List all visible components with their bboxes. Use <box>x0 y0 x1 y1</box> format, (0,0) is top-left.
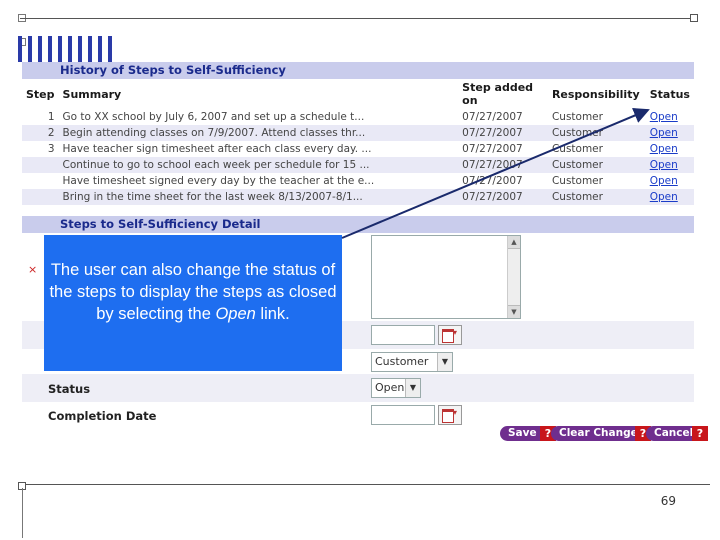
callout-text-end: link. <box>255 305 290 323</box>
cell-date: 07/27/2007 <box>458 125 548 141</box>
col-header-summary: Summary <box>62 87 122 101</box>
chevron-down-icon[interactable]: ▼ <box>437 353 452 371</box>
history-table: Step Summary Step added on Responsibilit… <box>22 79 694 205</box>
callout-text-italic: Open <box>215 305 256 323</box>
table-row: 1 Go to XX school by July 6, 2007 and se… <box>22 109 694 125</box>
slide-vertical-rule <box>22 488 23 538</box>
cell-summary: Begin attending classes on 7/9/2007. Att… <box>58 125 459 141</box>
slide-bottom-rule <box>20 484 710 485</box>
cell-date: 07/27/2007 <box>458 157 548 173</box>
cell-step: 3 <box>47 143 55 155</box>
cell-responsibility: Customer <box>551 143 603 155</box>
scroll-down-icon[interactable]: ▼ <box>508 305 520 318</box>
date-added-input[interactable] <box>371 325 435 345</box>
close-icon[interactable]: × <box>28 263 37 276</box>
col-header-date: Step added on <box>462 81 534 107</box>
cancel-label: Cancel <box>654 427 694 439</box>
col-header-status: Status <box>649 87 690 101</box>
history-header-row: Step Summary Step added on Responsibilit… <box>22 79 694 109</box>
chevron-down-icon[interactable]: ▼ <box>405 379 420 397</box>
clear-changes-button[interactable]: Clear Changes ? <box>551 426 651 441</box>
status-value: Open <box>375 381 405 394</box>
help-icon[interactable]: ? <box>692 426 708 441</box>
detail-section-title: Steps to Self-Sufficiency Detail <box>22 216 694 233</box>
responsibility-value: Customer <box>375 355 429 368</box>
responsibility-select[interactable]: Customer ▼ <box>371 352 453 372</box>
cell-date: 07/27/2007 <box>462 111 523 123</box>
callout-text: The user can also change the status of t… <box>44 259 342 325</box>
cancel-button[interactable]: Cancel ? <box>646 426 708 441</box>
calendar-icon[interactable] <box>438 325 462 345</box>
calendar-icon[interactable] <box>438 405 462 425</box>
textarea-scrollbar[interactable]: ▲ ▼ <box>507 236 520 318</box>
cell-date: 07/27/2007 <box>462 143 523 155</box>
completion-date-input[interactable] <box>371 405 435 425</box>
cell-date: 07/27/2007 <box>462 175 523 187</box>
cell-summary: Continue to go to school each week per s… <box>58 157 459 173</box>
page-number: 69 <box>660 494 676 508</box>
cell-date: 07/27/2007 <box>458 189 548 205</box>
table-row: Continue to go to school each week per s… <box>22 157 694 173</box>
cell-summary: Have timesheet signed every day by the t… <box>62 175 375 187</box>
table-row: Have timesheet signed every day by the t… <box>22 173 694 189</box>
clear-label: Clear Changes <box>559 427 644 439</box>
cell-step <box>22 189 59 205</box>
cell-step <box>22 173 59 189</box>
history-section-title: History of Steps to Self-Sufficiency <box>22 62 694 79</box>
cell-step: 1 <box>47 111 55 123</box>
status-open-link[interactable]: Open <box>650 175 678 187</box>
slide-stripe-decoration <box>18 36 118 62</box>
scroll-up-icon[interactable]: ▲ <box>508 236 520 249</box>
save-button[interactable]: Save ? <box>500 426 556 441</box>
col-header-responsibility: Responsibility <box>551 87 640 101</box>
cell-responsibility: Customer <box>551 175 603 187</box>
cell-step <box>22 157 59 173</box>
cell-responsibility: Customer <box>547 157 646 173</box>
summary-textarea[interactable]: ▲ ▼ <box>371 235 521 319</box>
status-open-link[interactable]: Open <box>650 159 678 171</box>
table-row: Bring in the time sheet for the last wee… <box>22 189 694 205</box>
completion-date-label: Completion Date <box>48 409 157 423</box>
save-label: Save <box>508 427 537 439</box>
cell-step: 2 <box>22 125 59 141</box>
table-row: 2 Begin attending classes on 7/9/2007. A… <box>22 125 694 141</box>
cell-responsibility: Customer <box>547 125 646 141</box>
table-row: 3 Have teacher sign timesheet after each… <box>22 141 694 157</box>
cell-summary: Go to XX school by July 6, 2007 and set … <box>62 111 365 123</box>
status-row <box>22 374 694 402</box>
slide-top-rule <box>20 18 696 19</box>
status-open-link[interactable]: Open <box>650 127 678 139</box>
col-header-step: Step <box>26 87 55 101</box>
callout-box: The user can also change the status of t… <box>44 235 342 371</box>
cell-summary: Bring in the time sheet for the last wee… <box>58 189 459 205</box>
status-open-link[interactable]: Open <box>650 143 678 155</box>
cell-summary: Have teacher sign timesheet after each c… <box>62 143 372 155</box>
status-open-link[interactable]: Open <box>650 111 678 123</box>
status-label: Status <box>48 382 91 396</box>
cell-responsibility: Customer <box>547 189 646 205</box>
status-open-link[interactable]: Open <box>650 191 678 203</box>
callout-text-main: The user can also change the status of t… <box>49 261 337 323</box>
slide-rule-end-square <box>690 14 698 22</box>
status-select[interactable]: Open ▼ <box>371 378 421 398</box>
cell-responsibility: Customer <box>551 111 603 123</box>
